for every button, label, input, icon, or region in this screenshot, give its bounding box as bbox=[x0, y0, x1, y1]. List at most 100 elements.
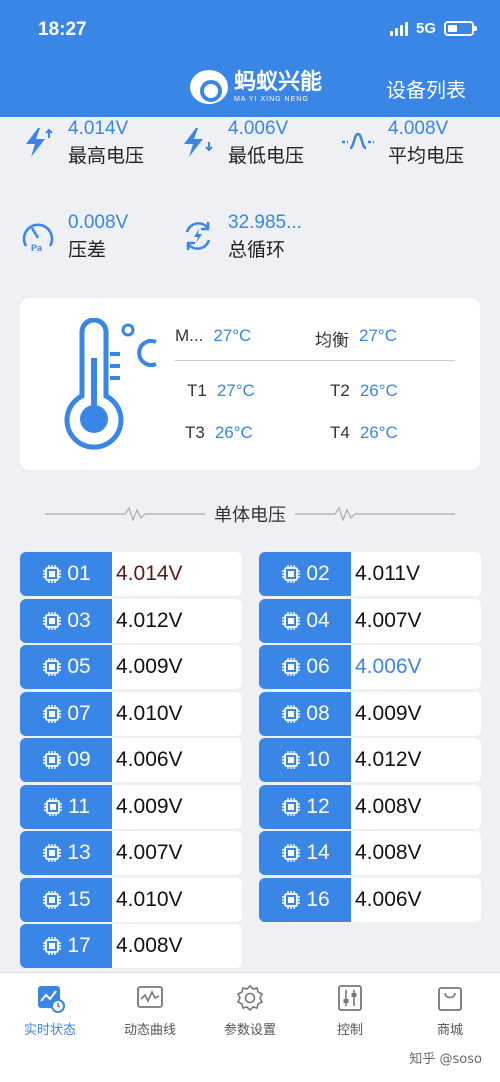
temperature-card: M... 27°C 均衡 27°C T1 27°C T2 26°C T3 26°… bbox=[20, 298, 480, 470]
network-label: 5G bbox=[415, 20, 436, 37]
cell-voltage: 4.010V bbox=[116, 701, 183, 725]
cell-id: 15 bbox=[67, 887, 91, 911]
realtime-icon bbox=[38, 986, 65, 1013]
brand-name: 蚂蚁兴能 bbox=[234, 69, 323, 95]
cell-item: 09 4.006V bbox=[20, 738, 242, 782]
cell-tag: 09 bbox=[20, 738, 112, 782]
cell-tag: 03 bbox=[20, 598, 112, 643]
chip-icon bbox=[282, 844, 301, 862]
chip-icon bbox=[43, 704, 62, 723]
chip-icon bbox=[43, 565, 62, 583]
cell-item: 06 4.006V bbox=[259, 645, 481, 689]
temp-label: T1 bbox=[187, 381, 207, 400]
cell-voltage: 4.009V bbox=[116, 655, 183, 678]
cell-id: 07 bbox=[67, 701, 91, 725]
cell-id: 13 bbox=[67, 841, 91, 864]
temp-item: M... 27°C bbox=[175, 326, 251, 346]
chip-icon bbox=[43, 658, 62, 676]
cell-voltage: 4.011V bbox=[355, 562, 420, 585]
ant-logo-icon bbox=[190, 70, 228, 104]
nav-label: 商城 bbox=[436, 1023, 463, 1038]
chip-icon bbox=[282, 565, 301, 583]
chip-icon bbox=[282, 704, 301, 723]
temp-value: 27°C bbox=[216, 381, 255, 400]
temp-value: 26°C bbox=[359, 423, 398, 442]
temp-label: T4 bbox=[330, 423, 350, 442]
cell-item: 16 4.006V bbox=[259, 877, 481, 922]
cell-tag: 11 bbox=[20, 784, 112, 829]
cell-id: 14 bbox=[306, 841, 330, 864]
cell-id: 09 bbox=[67, 748, 91, 771]
stat-avg-voltage: 4.008V 平均电压 bbox=[340, 118, 464, 172]
cell-tag: 12 bbox=[259, 784, 351, 829]
cell-id: 06 bbox=[306, 655, 330, 678]
cell-voltage: 4.008V bbox=[355, 841, 422, 864]
cell-voltage: 4.009V bbox=[355, 701, 422, 725]
stat-label: 压差 bbox=[68, 239, 107, 261]
temp-value: 27°C bbox=[213, 326, 252, 345]
cell-item: 03 4.012V bbox=[20, 598, 242, 643]
stat-value: 32.985... bbox=[228, 212, 302, 233]
cell-voltage: 4.006V bbox=[116, 748, 183, 771]
bolt-down-icon bbox=[184, 128, 213, 157]
chip-icon bbox=[43, 890, 62, 909]
chip-icon bbox=[282, 890, 301, 909]
cell-tag: 15 bbox=[20, 877, 112, 922]
nav-item-settings[interactable]: 参数设置 bbox=[200, 973, 300, 1082]
cell-voltage: 4.006V bbox=[355, 887, 422, 911]
stat-label: 最低电压 bbox=[228, 145, 305, 167]
temp-item: T1 27°C bbox=[187, 381, 255, 401]
chip-icon bbox=[282, 658, 301, 676]
cell-tag: 07 bbox=[20, 691, 112, 736]
chip-icon bbox=[44, 797, 63, 816]
nav-item-curve[interactable]: 动态曲线 bbox=[100, 973, 200, 1082]
cell-item: 01 4.014V bbox=[20, 552, 242, 596]
cell-item: 02 4.011V bbox=[259, 552, 481, 596]
temp-item: T3 26°C bbox=[185, 423, 253, 443]
temp-label: M... bbox=[175, 326, 204, 345]
stat-voltage-diff: Pa 0.008V 压差 bbox=[20, 212, 128, 266]
temp-value: 26°C bbox=[359, 381, 398, 400]
stat-value: 4.008V bbox=[388, 118, 449, 139]
temp-item: T2 26°C bbox=[330, 381, 398, 401]
gear-icon bbox=[236, 984, 264, 1012]
control-sliders-icon bbox=[338, 985, 362, 1011]
heartbeat-line-right-icon bbox=[295, 506, 455, 522]
cell-voltage: 4.014V bbox=[116, 562, 183, 585]
nav-item-realtime[interactable]: 实时状态 bbox=[0, 973, 100, 1082]
cell-voltage: 4.009V bbox=[116, 794, 183, 818]
cell-item: 13 4.007V bbox=[20, 831, 242, 875]
signal-icon bbox=[389, 21, 408, 36]
brand-logo: 蚂蚁兴能 MA YI XING NENG bbox=[190, 70, 322, 104]
chip-icon bbox=[282, 751, 301, 769]
chip-icon bbox=[43, 751, 62, 769]
cell-voltage: 4.006V bbox=[355, 655, 422, 678]
cell-item: 05 4.009V bbox=[20, 645, 242, 689]
stat-total-cycles: 32.985... 总循环 bbox=[180, 212, 302, 266]
temp-item: T4 26°C bbox=[330, 423, 398, 443]
device-list-button[interactable]: 设备列表 bbox=[386, 74, 466, 103]
average-wave-icon bbox=[342, 132, 374, 150]
shop-bag-icon bbox=[438, 987, 462, 1011]
cell-tag: 10 bbox=[259, 738, 351, 782]
cell-item: 04 4.007V bbox=[259, 598, 481, 643]
nav-item-control[interactable]: 控制 bbox=[300, 973, 400, 1082]
chip-icon bbox=[43, 844, 62, 862]
cell-item: 14 4.008V bbox=[259, 831, 481, 875]
brand-pinyin: MA YI XING NENG bbox=[234, 95, 309, 103]
temp-label: 均衡 bbox=[315, 331, 349, 350]
pressure-gauge-icon: Pa bbox=[22, 223, 54, 253]
app-header: 18:27 5G 蚂蚁兴能 MA YI XING NENG 设备列表 bbox=[0, 0, 500, 117]
chip-icon bbox=[43, 611, 62, 630]
stat-label: 平均电压 bbox=[388, 145, 465, 167]
cell-id: 08 bbox=[306, 701, 330, 725]
cell-voltage: 4.008V bbox=[355, 794, 422, 818]
cell-id: 03 bbox=[67, 608, 91, 632]
cell-tag: 04 bbox=[259, 598, 351, 643]
cell-item: 12 4.008V bbox=[259, 784, 481, 829]
cell-tag: 08 bbox=[259, 691, 351, 736]
cell-id: 12 bbox=[306, 794, 330, 818]
cell-voltage: 4.007V bbox=[355, 608, 422, 632]
cell-voltage: 4.007V bbox=[116, 841, 183, 864]
stat-label: 总循环 bbox=[228, 239, 286, 261]
